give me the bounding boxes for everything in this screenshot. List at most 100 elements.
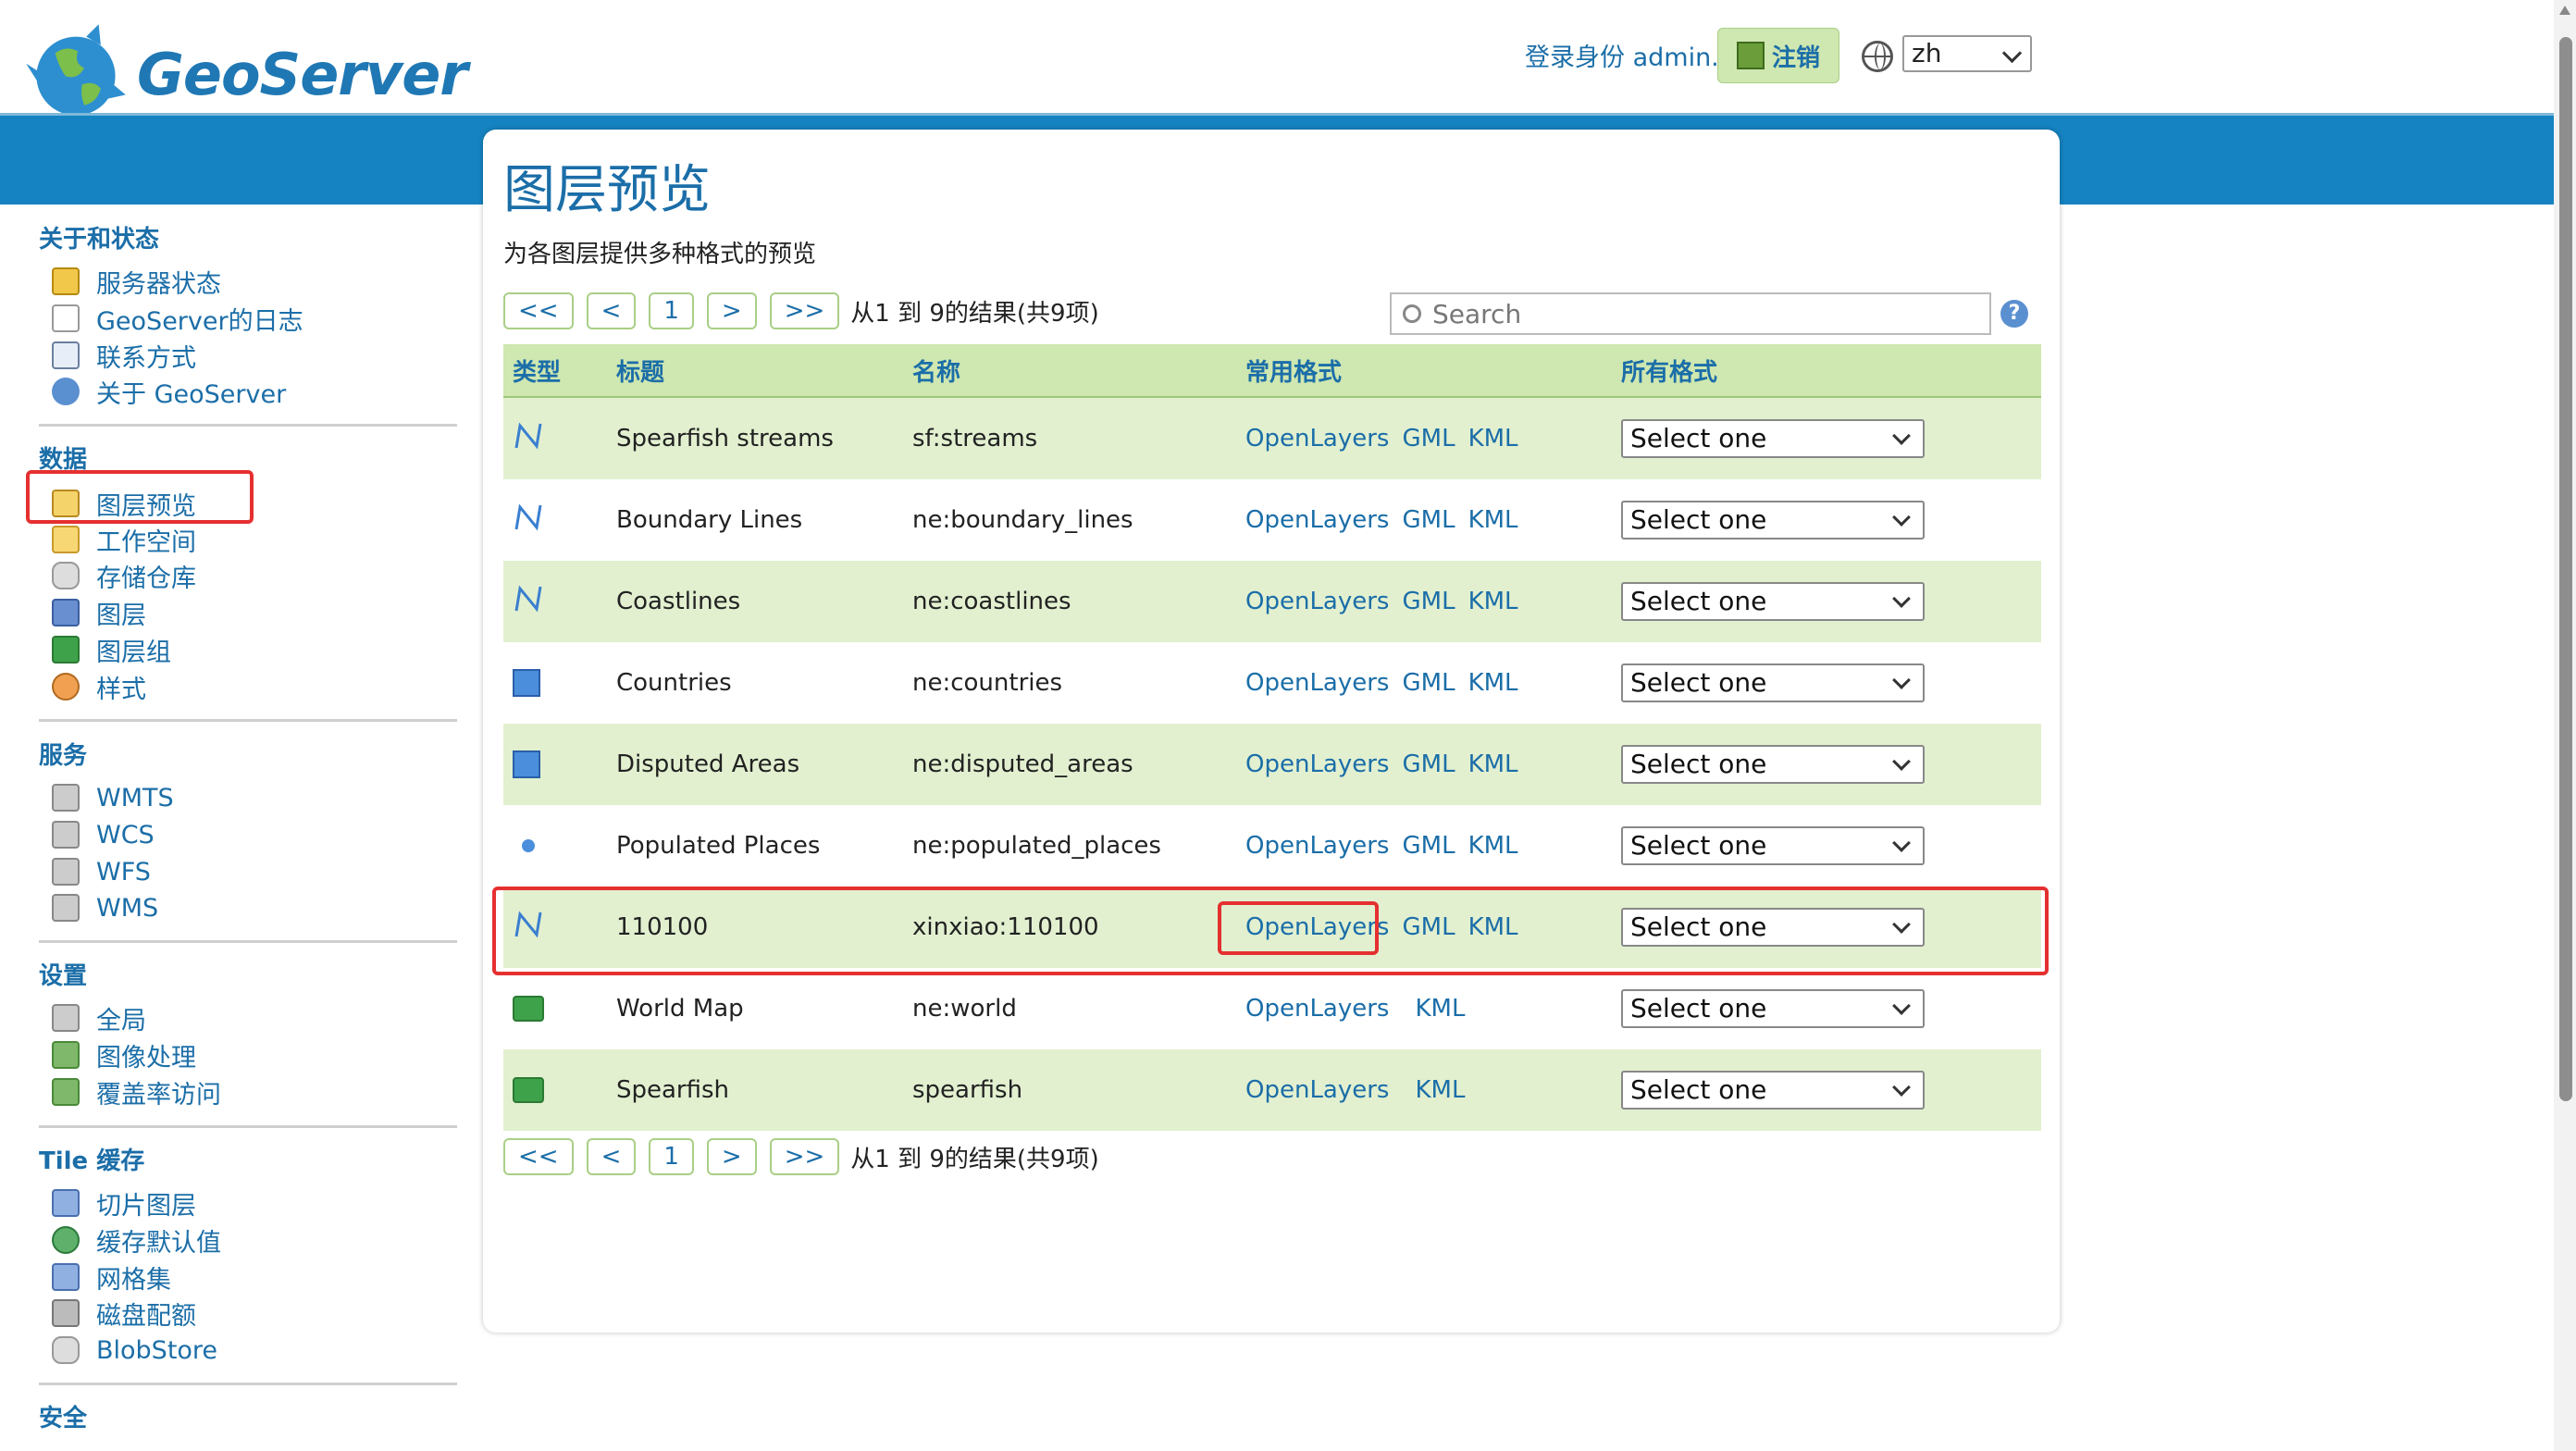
table-row: Populated Places ne:populated_places Ope… bbox=[503, 805, 2041, 887]
sidebar-item-workspaces[interactable]: 工作空间 bbox=[52, 523, 196, 557]
all-formats-select[interactable]: Select one bbox=[1621, 501, 1925, 539]
sidebar-item-stores[interactable]: 存储仓库 bbox=[52, 559, 196, 593]
document-icon bbox=[52, 304, 80, 332]
sidebar-item-label: 切片图层 bbox=[96, 1191, 196, 1221]
polygon-layer-icon bbox=[513, 750, 540, 778]
pager-next-button[interactable]: > bbox=[706, 292, 757, 329]
sidebar-item-label: WCS bbox=[96, 820, 155, 850]
database-icon bbox=[52, 1336, 80, 1364]
table-row: Spearfish spearfish OpenLayers KML Select… bbox=[503, 1049, 2041, 1131]
grid-icon bbox=[52, 1189, 80, 1217]
kml-link[interactable]: KML bbox=[1415, 1076, 1465, 1104]
all-formats-select[interactable]: Select one bbox=[1621, 745, 1925, 784]
sidebar-item-wfs[interactable]: WFS bbox=[52, 855, 151, 888]
sidebar-item-styles[interactable]: 样式 bbox=[52, 670, 146, 704]
sidebar-item-wcs[interactable]: WCS bbox=[52, 818, 155, 851]
sidebar-item-tile-layers[interactable]: 切片图层 bbox=[52, 1186, 196, 1221]
kml-link[interactable]: KML bbox=[1468, 669, 1518, 697]
column-header-title[interactable]: 标题 bbox=[607, 344, 903, 398]
sidebar-divider bbox=[39, 940, 457, 943]
openlayers-link[interactable]: OpenLayers bbox=[1245, 832, 1389, 860]
sidebar-item-gridsets[interactable]: 网格集 bbox=[52, 1260, 171, 1295]
openlayers-link[interactable]: OpenLayers bbox=[1245, 425, 1389, 453]
all-formats-select[interactable]: Select one bbox=[1621, 989, 1925, 1028]
logout-button[interactable]: 注销 bbox=[1717, 28, 1839, 83]
sidebar-item-caching-defaults[interactable]: 缓存默认值 bbox=[52, 1223, 221, 1258]
openlayers-link[interactable]: OpenLayers bbox=[1245, 750, 1389, 778]
openlayers-link[interactable]: OpenLayers bbox=[1245, 1076, 1389, 1104]
all-formats-select[interactable]: Select one bbox=[1621, 1071, 1925, 1110]
select-value: Select one bbox=[1630, 586, 1767, 616]
chevron-down-icon bbox=[1892, 997, 1911, 1015]
sidebar-item-contact[interactable]: 联系方式 bbox=[52, 339, 196, 373]
common-formats: OpenLayers GML KML bbox=[1236, 479, 1612, 561]
pager-last-button[interactable]: >> bbox=[769, 292, 840, 329]
openlayers-link[interactable]: OpenLayers bbox=[1245, 669, 1389, 697]
pager-page-button[interactable]: 1 bbox=[649, 1138, 694, 1175]
select-value: Select one bbox=[1630, 830, 1767, 861]
gml-link[interactable]: GML bbox=[1402, 750, 1455, 778]
sidebar-item-label: BlobStore bbox=[96, 1335, 218, 1365]
pager-prev-button[interactable]: < bbox=[586, 1138, 637, 1175]
gml-link[interactable]: GML bbox=[1402, 506, 1455, 534]
app-name: GeoServer bbox=[137, 40, 468, 108]
kml-link[interactable]: KML bbox=[1468, 506, 1518, 534]
column-header-type[interactable]: 类型 bbox=[503, 344, 607, 398]
kml-link[interactable]: KML bbox=[1468, 588, 1518, 615]
sidebar-item-blobstore[interactable]: BlobStore bbox=[52, 1333, 217, 1367]
pager-last-button[interactable]: >> bbox=[769, 1138, 840, 1175]
language-select[interactable]: zh bbox=[1902, 35, 2032, 72]
sidebar-item-wms[interactable]: WMS bbox=[52, 891, 158, 924]
help-icon[interactable]: ? bbox=[2000, 300, 2028, 328]
scroll-up-arrow-icon[interactable] bbox=[2559, 6, 2570, 15]
gml-link[interactable]: GML bbox=[1402, 588, 1455, 615]
column-header-all-formats: 所有格式 bbox=[1612, 344, 2041, 398]
openlayers-link[interactable]: OpenLayers bbox=[1245, 506, 1389, 534]
scrollbar[interactable] bbox=[2554, 0, 2576, 1451]
openlayers-link[interactable]: OpenLayers bbox=[1245, 588, 1389, 615]
all-formats-select[interactable]: Select one bbox=[1621, 419, 1925, 458]
kml-link[interactable]: KML bbox=[1415, 995, 1465, 1023]
pager-first-button[interactable]: << bbox=[503, 1138, 574, 1175]
gml-link[interactable]: GML bbox=[1402, 832, 1455, 860]
sidebar-item-image-processing[interactable]: 图像处理 bbox=[52, 1038, 196, 1073]
layer-group-icon bbox=[513, 996, 544, 1022]
search-input[interactable]: Search bbox=[1390, 292, 1991, 335]
sidebar-item-label: GeoServer的日志 bbox=[96, 306, 303, 336]
sidebar-item-label: 覆盖率访问 bbox=[96, 1080, 221, 1110]
table-row: Countries ne:countries OpenLayers GML KML … bbox=[503, 642, 2041, 724]
sidebar-item-geoserver-log[interactable]: GeoServer的日志 bbox=[52, 302, 303, 336]
kml-link[interactable]: KML bbox=[1468, 425, 1518, 453]
sidebar-item-disk-quota[interactable]: 磁盘配额 bbox=[52, 1296, 196, 1331]
layer-name: ne:world bbox=[903, 968, 1236, 1049]
sidebar-item-global[interactable]: 全局 bbox=[52, 1001, 146, 1036]
scrollbar-thumb[interactable] bbox=[2559, 37, 2572, 1101]
pager-first-button[interactable]: << bbox=[503, 292, 574, 329]
column-header-name[interactable]: 名称 bbox=[903, 344, 1236, 398]
sidebar-item-coverage-access[interactable]: 覆盖率访问 bbox=[52, 1075, 221, 1110]
common-formats: OpenLayers KML bbox=[1236, 1049, 1612, 1131]
pager-page-button[interactable]: 1 bbox=[649, 292, 694, 329]
sidebar-item-wmts[interactable]: WMTS bbox=[52, 781, 174, 814]
all-formats-select[interactable]: Select one bbox=[1621, 582, 1925, 621]
all-formats-select[interactable]: Select one bbox=[1621, 826, 1925, 865]
kml-link[interactable]: KML bbox=[1468, 750, 1518, 778]
layer-title: Spearfish bbox=[607, 1049, 903, 1131]
sidebar-item-label: 图层组 bbox=[96, 638, 171, 667]
all-formats-select[interactable]: Select one bbox=[1621, 663, 1925, 702]
layer-name: ne:coastlines bbox=[903, 561, 1236, 642]
sidebar-item-layer-groups[interactable]: 图层组 bbox=[52, 633, 171, 667]
pager-next-button[interactable]: > bbox=[706, 1138, 757, 1175]
disk-icon bbox=[52, 1299, 80, 1327]
chevron-down-icon bbox=[1892, 589, 1911, 608]
sidebar-item-label: WMTS bbox=[96, 783, 174, 812]
sidebar-item-server-status[interactable]: 服务器状态 bbox=[52, 265, 221, 299]
gml-link[interactable]: GML bbox=[1402, 425, 1455, 453]
kml-link[interactable]: KML bbox=[1468, 832, 1518, 860]
geoserver-logo[interactable]: GeoServer bbox=[24, 22, 468, 126]
gml-link[interactable]: GML bbox=[1402, 669, 1455, 697]
sidebar-item-layers[interactable]: 图层 bbox=[52, 596, 146, 630]
openlayers-link[interactable]: OpenLayers bbox=[1245, 995, 1389, 1023]
sidebar-item-about[interactable]: 关于 GeoServer bbox=[52, 375, 286, 409]
pager-prev-button[interactable]: < bbox=[586, 292, 637, 329]
